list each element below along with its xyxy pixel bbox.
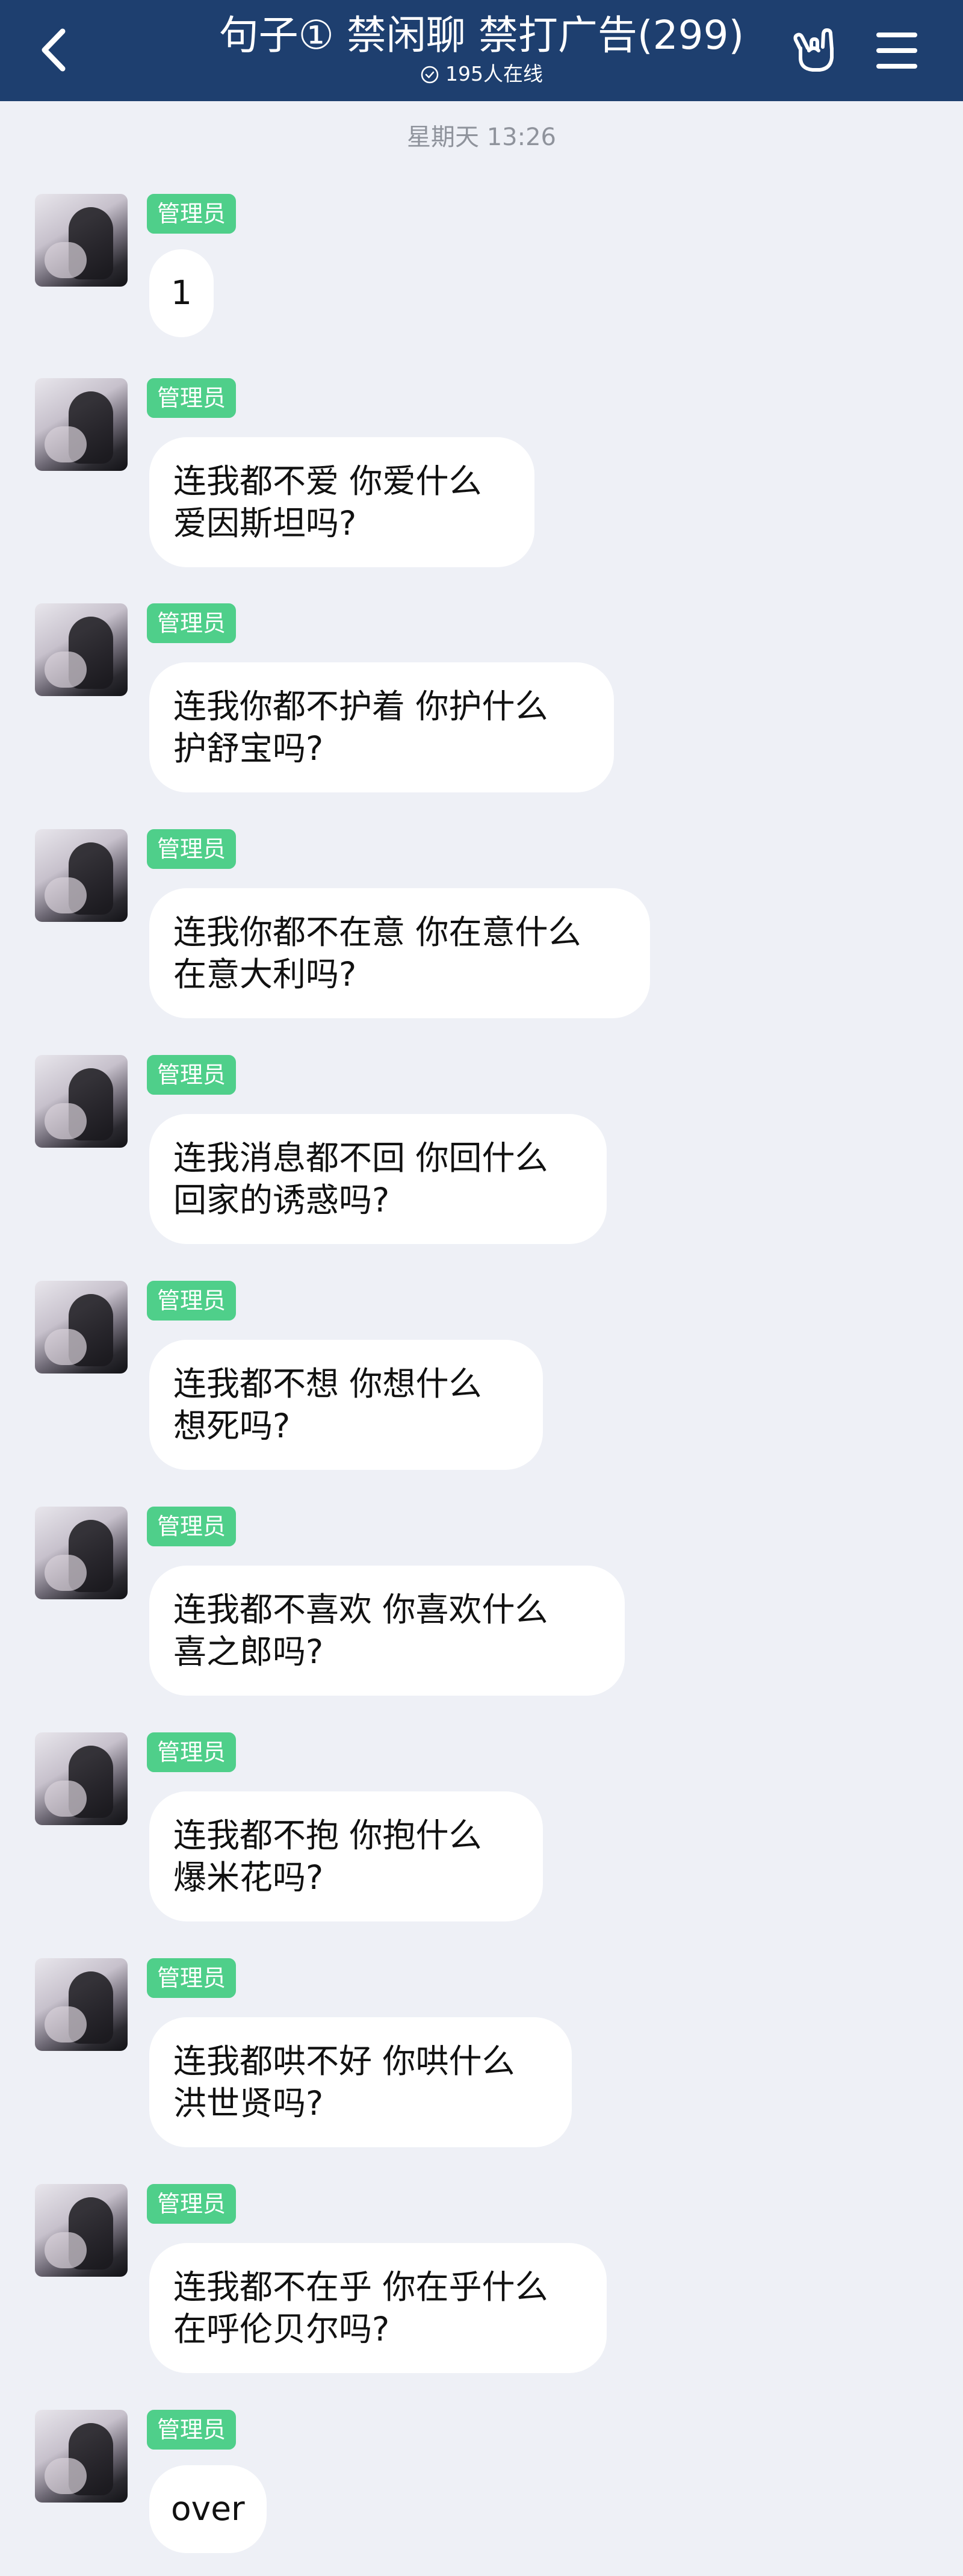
message-bubble[interactable]: 连我你都不护着 你护什么 护舒宝吗?	[149, 662, 614, 792]
admin-badge: 管理员	[147, 2184, 236, 2224]
message-bubble[interactable]: 连我你都不在意 你在意什么 在意大利吗?	[149, 888, 650, 1018]
group-title[interactable]: 句子① 禁闲聊 禁打广告(299)	[138, 8, 825, 63]
admin-badge: 管理员	[147, 194, 236, 234]
avatar[interactable]	[35, 194, 128, 287]
message-text-line: 在意大利吗?	[173, 955, 357, 994]
admin-badge: 管理员	[147, 1055, 236, 1095]
check-circle-icon	[421, 66, 439, 84]
admin-badge: 管理员	[147, 1507, 236, 1546]
avatar[interactable]	[35, 2410, 128, 2503]
message-text-line: 连我你都不在意 你在意什么	[173, 913, 581, 951]
admin-badge: 管理员	[147, 829, 236, 869]
avatar[interactable]	[35, 1055, 128, 1148]
avatar[interactable]	[35, 378, 128, 471]
message-text-line: 想死吗?	[173, 1407, 291, 1445]
message-text-line: 爆米花吗?	[173, 1858, 324, 1897]
message-text-line: 护舒宝吗?	[173, 729, 324, 768]
message-text-line: 在呼伦贝尔吗?	[173, 2310, 390, 2348]
admin-badge: 管理员	[147, 2410, 236, 2450]
message-text-line: 连我都不抱 你抱什么	[173, 1816, 482, 1855]
admin-badge: 管理员	[147, 1281, 236, 1321]
avatar[interactable]	[35, 1958, 128, 2051]
avatar[interactable]	[35, 1281, 128, 1374]
avatar[interactable]	[35, 1507, 128, 1599]
group-entry-button[interactable]	[790, 24, 841, 76]
message-bubble[interactable]: over	[149, 2465, 267, 2553]
admin-badge: 管理员	[147, 603, 236, 643]
online-count: 195人在线	[361, 60, 602, 88]
hamburger-menu-icon	[876, 33, 917, 69]
chat-header: 句子① 禁闲聊 禁打广告(299) 195人在线	[0, 0, 963, 101]
message-bubble[interactable]: 连我都哄不好 你哄什么 洪世贤吗?	[149, 2017, 572, 2147]
message-text-line: 回家的诱惑吗?	[173, 1181, 390, 1219]
message-text-line: 连我都不在乎 你在乎什么	[173, 2268, 548, 2306]
message-bubble[interactable]: 连我都不抱 你抱什么 爆米花吗?	[149, 1791, 543, 1921]
message-text-line: 洪世贤吗?	[173, 2084, 324, 2123]
message-timestamp: 星期天 13:26	[407, 123, 556, 151]
message-text: over	[171, 2489, 245, 2528]
message-text-line: 连我都不想 你想什么	[173, 1364, 482, 1403]
message-bubble[interactable]: 1	[149, 249, 214, 337]
menu-button[interactable]	[873, 29, 921, 72]
message-text-line: 爱因斯坦吗?	[173, 504, 357, 543]
avatar[interactable]	[35, 829, 128, 922]
message-bubble[interactable]: 连我都不喜欢 你喜欢什么 喜之郎吗?	[149, 1566, 625, 1696]
back-button[interactable]	[30, 23, 78, 77]
avatar[interactable]	[35, 603, 128, 696]
message-text-line: 连我消息都不回 你回什么	[173, 1139, 548, 1177]
message-bubble[interactable]: 连我都不在乎 你在乎什么 在呼伦贝尔吗?	[149, 2243, 607, 2373]
message-text-line: 连我都不爱 你爱什么	[173, 462, 482, 500]
message-bubble[interactable]: 连我都不爱 你爱什么 爱因斯坦吗?	[149, 437, 534, 567]
message-bubble[interactable]: 连我消息都不回 你回什么 回家的诱惑吗?	[149, 1114, 607, 1244]
online-count-text: 195人在线	[445, 62, 543, 86]
avatar[interactable]	[35, 2184, 128, 2277]
chevron-left-icon	[42, 28, 66, 72]
admin-badge: 管理员	[147, 378, 236, 418]
avatar[interactable]	[35, 1732, 128, 1825]
message-bubble[interactable]: 连我都不想 你想什么 想死吗?	[149, 1340, 543, 1470]
message-text: 1	[171, 273, 192, 312]
admin-badge: 管理员	[147, 1958, 236, 1998]
message-text-line: 连我都不喜欢 你喜欢什么	[173, 1590, 548, 1629]
message-text-line: 连我都哄不好 你哄什么	[173, 2042, 515, 2080]
rock-hand-icon	[793, 28, 834, 72]
message-text-line: 喜之郎吗?	[173, 1632, 324, 1671]
message-text-line: 连我你都不护着 你护什么	[173, 687, 548, 726]
admin-badge: 管理员	[147, 1732, 236, 1772]
